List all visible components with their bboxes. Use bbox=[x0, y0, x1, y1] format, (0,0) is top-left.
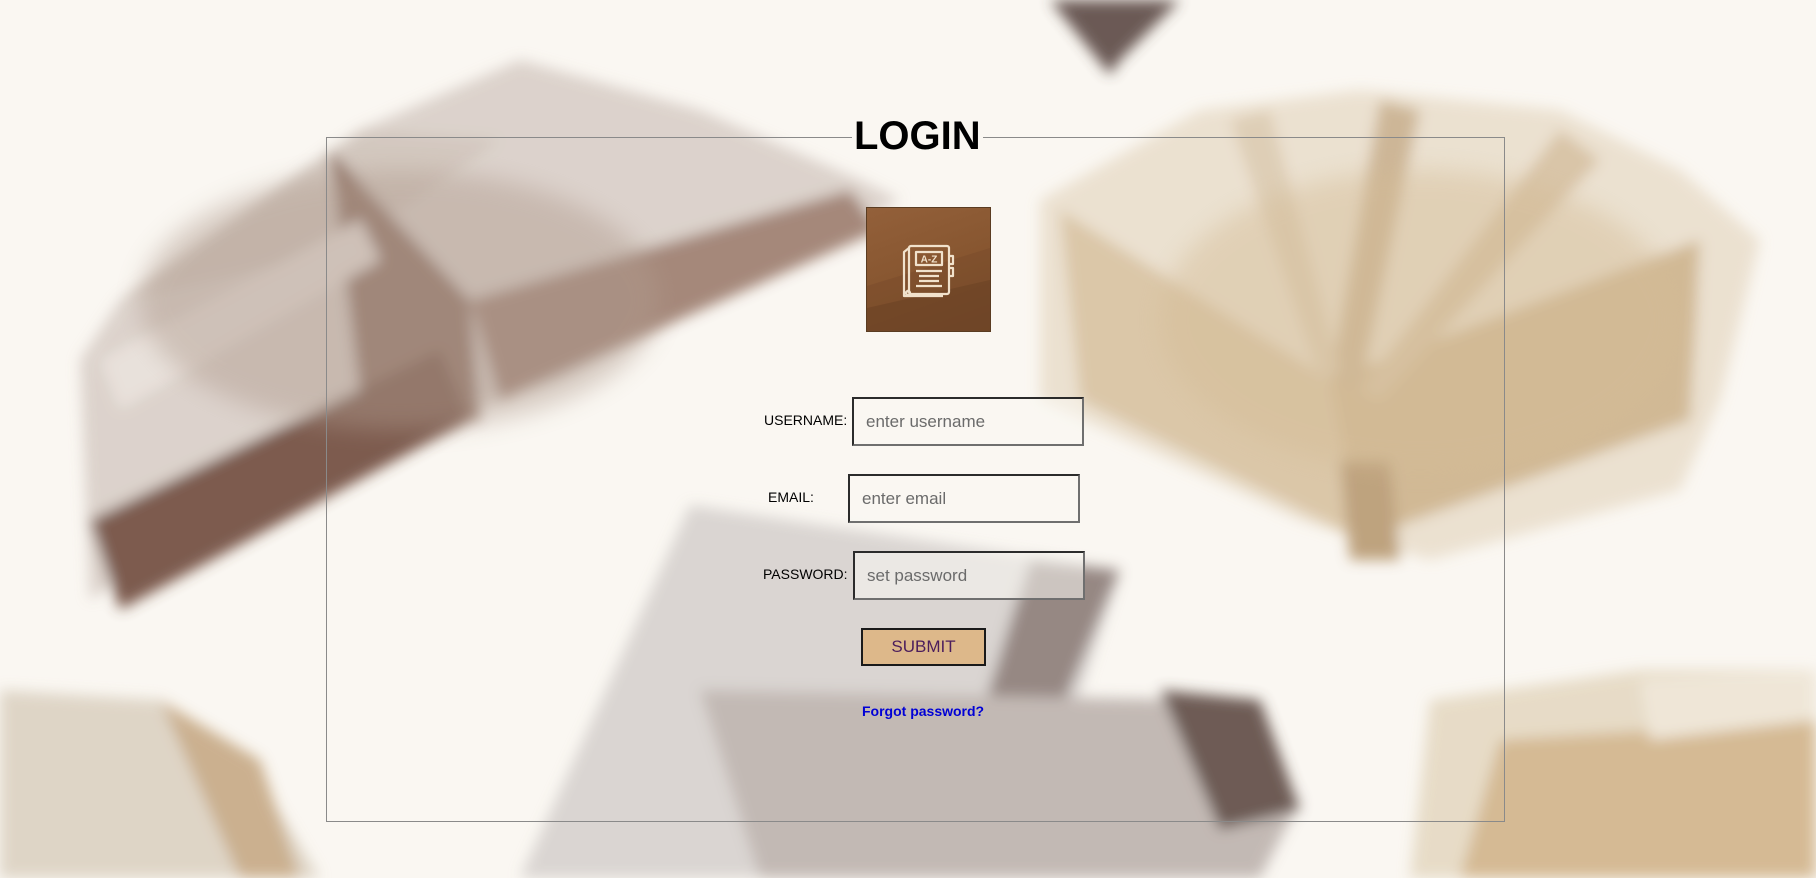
email-label: EMAIL: bbox=[768, 489, 814, 505]
login-title: LOGIN bbox=[852, 112, 983, 160]
username-label: USERNAME: bbox=[764, 412, 848, 428]
submit-button[interactable]: SUBMIT bbox=[861, 628, 986, 666]
password-input[interactable] bbox=[853, 551, 1085, 600]
book-a-z-icon: A-Z bbox=[866, 207, 991, 332]
logo-text: A-Z bbox=[921, 255, 938, 266]
email-input[interactable] bbox=[848, 474, 1080, 523]
forgot-password-link[interactable]: Forgot password? bbox=[862, 703, 984, 719]
username-input[interactable] bbox=[852, 397, 1084, 446]
password-label: PASSWORD: bbox=[763, 566, 848, 582]
